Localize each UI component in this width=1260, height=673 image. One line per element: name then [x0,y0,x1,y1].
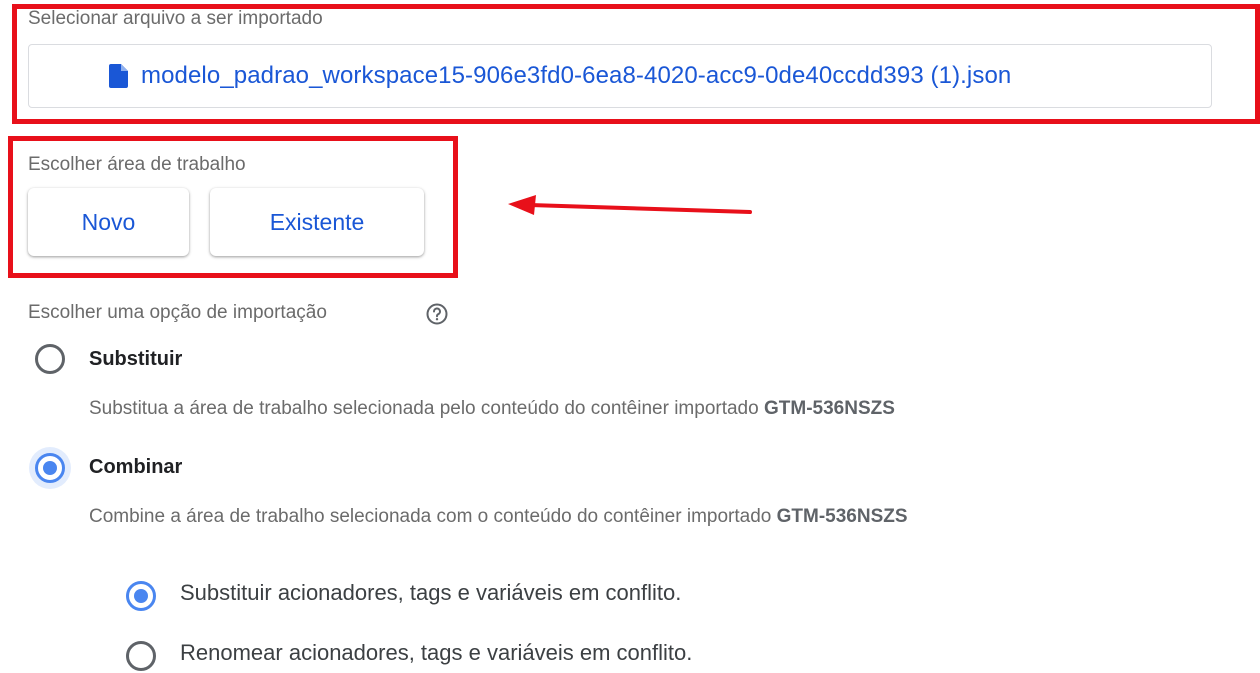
annotation-arrow [508,195,752,215]
merge-radio[interactable] [35,453,65,483]
rename-conflicts-label[interactable]: Renomear acionadores, tags e variáveis e… [180,640,692,666]
replace-radio[interactable] [35,344,65,374]
replace-option-description: Substitua a área de trabalho selecionada… [89,398,895,420]
replace-description-text: Substitua a área de trabalho selecionada… [89,398,759,419]
rename-conflicts-radio[interactable] [126,641,156,671]
replace-container-id: GTM-536NSZS [763,398,895,419]
replace-option-title[interactable]: Substituir [89,348,182,371]
merge-container-id: GTM-536NSZS [776,506,908,527]
file-selector[interactable]: modelo_padrao_workspace15-906e3fd0-6ea8-… [28,44,1212,108]
help-circle-icon[interactable] [426,303,448,325]
selected-file-name[interactable]: modelo_padrao_workspace15-906e3fd0-6ea8-… [141,62,1011,90]
merge-option-title[interactable]: Combinar [89,456,182,479]
import-section-label: Escolher uma opção de importação [28,302,327,323]
merge-description-text: Combine a área de trabalho selecionada c… [89,506,772,527]
file-icon [109,64,128,88]
overwrite-conflicts-radio[interactable] [126,581,156,611]
existing-workspace-button[interactable]: Existente [210,188,424,256]
file-section-label: Selecionar arquivo a ser importado [28,8,323,29]
new-workspace-button[interactable]: Novo [28,188,189,256]
merge-option-description: Combine a área de trabalho selecionada c… [89,506,908,528]
overwrite-conflicts-label[interactable]: Substituir acionadores, tags e variáveis… [180,580,681,606]
workspace-section-label: Escolher área de trabalho [28,154,246,175]
